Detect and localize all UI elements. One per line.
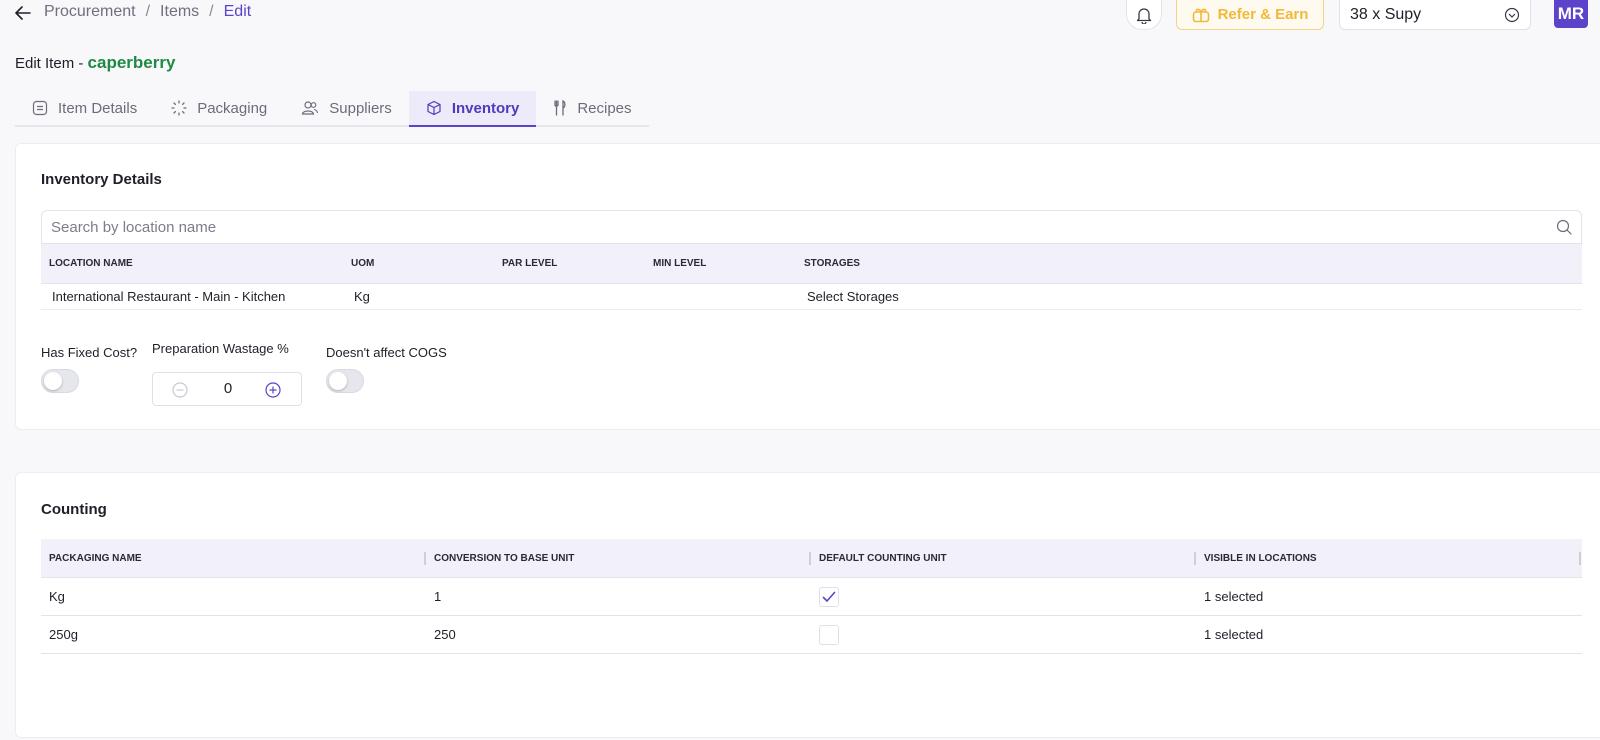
visible-locations-select[interactable]: 1 selected [1204,578,1263,616]
packaging-name-cell: 250g [49,627,78,642]
tab-item-details[interactable]: Item Details [15,91,154,125]
table-row: International Restaurant - Main - Kitche… [41,284,1582,310]
conversion-cell: 250 [434,627,456,642]
conversion-cell: 1 [434,589,442,604]
location-search-input[interactable] [51,218,1556,236]
column-divider[interactable] [809,552,811,565]
location-name-cell: International Restaurant - Main - Kitche… [52,289,286,304]
tab-packaging[interactable]: Packaging [154,91,284,125]
breadcrumb-procurement[interactable]: Procurement [44,3,136,21]
minus-circle-icon[interactable] [170,380,190,400]
avatar[interactable]: MR [1554,0,1588,28]
location-search [41,210,1582,244]
company-select[interactable]: 38 x Supy [1339,0,1531,30]
breadcrumb: Procurement / Items / Edit [44,3,251,21]
uom-cell[interactable]: Kg [354,284,370,310]
column-header[interactable]: LOCATION NAME [49,244,133,284]
fixed-cost-label: Has Fixed Cost? [41,345,138,360]
item-name: caperberry [87,53,176,72]
inventory-details-title: Inventory Details [41,171,162,188]
wastage-label: Preparation Wastage % [152,341,289,356]
column-header[interactable]: DEFAULT COUNTING UNIT [819,539,947,578]
users-icon [302,101,319,115]
column-header[interactable]: MIN LEVEL [653,244,706,284]
tab-suppliers[interactable]: Suppliers [284,91,409,125]
company-select-value: 38 x Supy [1350,5,1422,23]
tab-label: Suppliers [329,99,392,117]
column-divider[interactable] [1579,552,1581,565]
column-header[interactable]: PAR LEVEL [502,244,557,284]
table-row: Kg 1 1 selected [41,578,1582,616]
wastage-value[interactable]: 0 [203,373,253,405]
column-divider[interactable] [1194,552,1196,565]
fork-knife-icon [554,100,566,116]
tab-inventory[interactable]: Inventory [408,91,537,127]
tab-label: Recipes [577,99,632,117]
tab-label: Item Details [58,99,138,117]
refer-earn-label: Refer & Earn [1217,6,1309,23]
box-icon [427,100,441,116]
gift-icon [1192,8,1209,22]
back-arrow-icon[interactable] [12,2,34,24]
table-row: 250g 250 1 selected [41,616,1582,654]
column-header[interactable]: STORAGES [804,244,860,284]
toggle-knob [329,372,347,390]
column-header[interactable]: PACKAGING NAME [49,539,142,578]
default-unit-checkbox[interactable] [819,625,839,645]
cogs-toggle[interactable] [326,369,364,393]
cogs-label: Doesn't affect COGS [326,345,447,360]
packaging-name-cell: Kg [49,589,65,604]
chevron-down-icon [1504,7,1520,22]
counting-title: Counting [41,501,107,518]
storages-select[interactable]: Select Storages [807,284,899,310]
list-icon [32,100,48,116]
tab-recipes[interactable]: Recipes [536,91,648,125]
plus-circle-icon[interactable] [263,380,283,400]
visible-locations-select[interactable]: 1 selected [1204,616,1263,654]
breadcrumb-items[interactable]: Items [160,3,199,21]
column-header[interactable]: UOM [351,244,374,284]
column-header[interactable]: CONVERSION TO BASE UNIT [434,539,574,578]
page-title-prefix: Edit Item - [15,55,84,72]
fixed-cost-toggle[interactable] [41,369,79,393]
default-unit-checkbox[interactable] [819,587,839,607]
tab-label: Packaging [197,99,268,117]
packaging-icon [171,100,187,116]
tab-bar: Item Details Packaging Suppliers Invento… [15,91,649,127]
notifications-button[interactable] [1126,0,1162,30]
search-icon[interactable] [1556,219,1572,235]
inventory-details-card: Inventory Details LOCATION NAME UOM PAR … [15,143,1600,430]
inventory-table-header: LOCATION NAME UOM PAR LEVEL MIN LEVEL ST… [41,244,1582,284]
counting-table-header: PACKAGING NAME CONVERSION TO BASE UNIT D… [41,539,1582,578]
toggle-knob [44,372,62,390]
breadcrumb-separator: / [145,3,151,20]
breadcrumb-separator: / [209,3,214,20]
top-bar: Procurement / Items / Edit Refer & Earn … [0,0,1600,40]
column-divider[interactable] [424,552,426,565]
bell-icon [1136,7,1152,24]
page-title: Edit Item - caperberry [15,53,175,73]
refer-earn-button[interactable]: Refer & Earn [1176,0,1324,30]
tab-label: Inventory [451,99,520,117]
column-header[interactable]: VISIBLE IN LOCATIONS [1204,539,1317,578]
checkmark-icon [822,591,836,602]
breadcrumb-current: Edit [223,3,252,20]
wastage-stepper: 0 [152,372,302,406]
counting-card: Counting PACKAGING NAME CONVERSION TO BA… [15,472,1600,738]
